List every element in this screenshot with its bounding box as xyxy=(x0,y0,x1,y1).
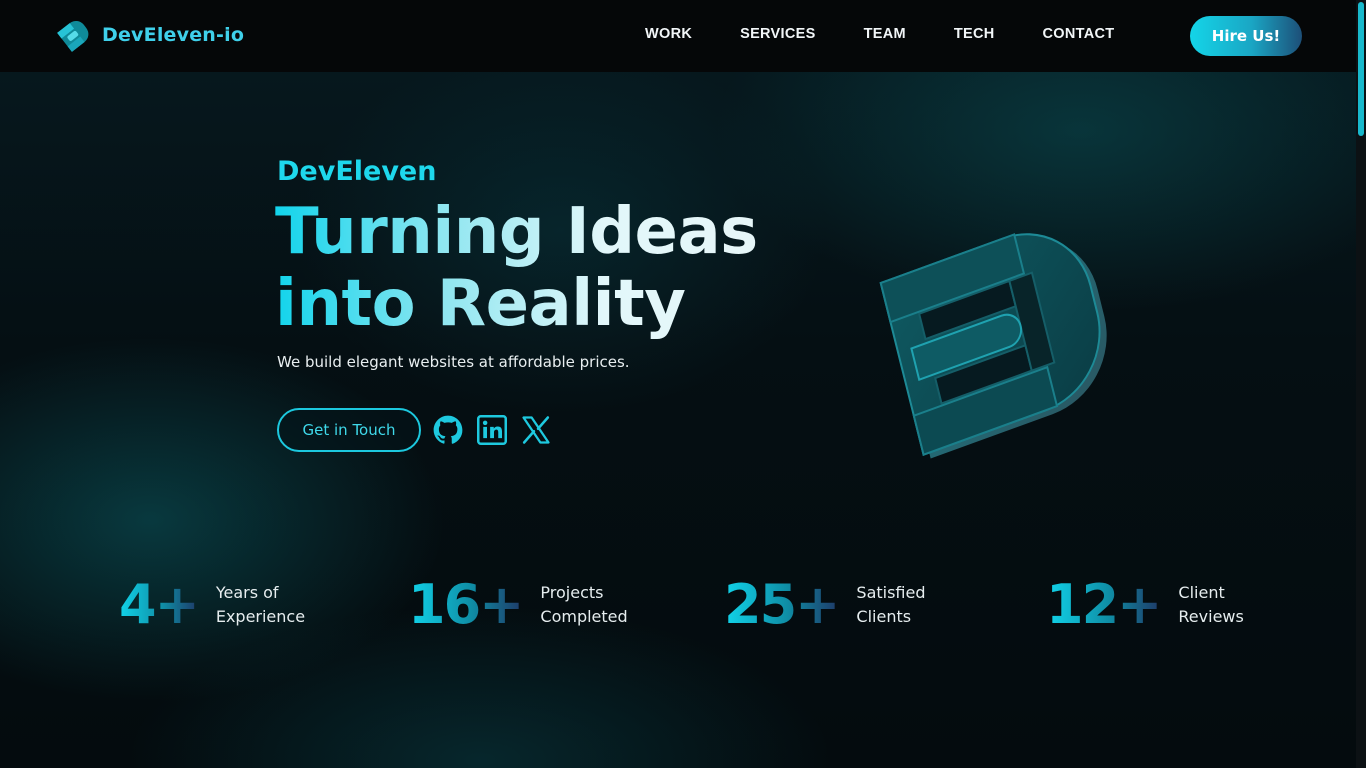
stat-label-line-1: Client xyxy=(1178,583,1225,602)
stat-label-line-2: Reviews xyxy=(1178,607,1244,626)
stat-projects-completed: 16+ Projects Completed xyxy=(408,576,628,634)
stat-label: Projects Completed xyxy=(540,581,627,629)
page-scrollbar[interactable] xyxy=(1356,0,1366,768)
stat-value: 16+ xyxy=(408,573,524,636)
nav-link-team[interactable]: TEAM xyxy=(864,26,906,42)
develeven-logo-icon xyxy=(57,21,89,52)
hero-subtitle: We build elegant websites at affordable … xyxy=(277,353,630,371)
scrollbar-thumb[interactable] xyxy=(1358,2,1364,136)
stat-label-line-2: Completed xyxy=(540,607,628,626)
develeven-3d-logo-icon xyxy=(879,233,1107,459)
stat-value: 12+ xyxy=(1046,573,1162,636)
hire-us-button[interactable]: Hire Us! xyxy=(1190,16,1302,56)
x-link[interactable] xyxy=(521,415,551,445)
nav-link-contact[interactable]: CONTACT xyxy=(1043,26,1115,42)
stat-label: Years of Experience xyxy=(216,581,305,629)
stat-label-line-2: Experience xyxy=(215,607,306,626)
nav-link-tech[interactable]: TECH xyxy=(954,26,995,42)
stat-label-line-1: Projects xyxy=(540,583,604,602)
headline-line-1: Turning Ideas xyxy=(275,195,758,269)
stat-value: 4+ xyxy=(119,573,200,636)
stat-label-line-2: Clients xyxy=(856,607,912,626)
stat-years-experience: 4+ Years of Experience xyxy=(119,576,305,634)
linkedin-link[interactable] xyxy=(477,415,507,445)
brand-home-link[interactable]: DevEleven-io xyxy=(54,17,244,53)
nav-links: WORK SERVICES TEAM TECH CONTACT xyxy=(645,26,1162,42)
x-icon xyxy=(522,416,550,444)
page-background: DevEleven-io WORK SERVICES TEAM TECH CON… xyxy=(0,0,1356,768)
get-in-touch-button[interactable]: Get in Touch xyxy=(277,408,421,452)
nav-link-work[interactable]: WORK xyxy=(645,26,692,42)
headline-line-2: into Reality xyxy=(275,267,686,341)
github-link[interactable] xyxy=(433,415,463,445)
social-links xyxy=(433,415,551,445)
navbar: DevEleven-io WORK SERVICES TEAM TECH CON… xyxy=(0,0,1356,72)
stat-label: Satisfied Clients xyxy=(856,581,925,629)
stat-label-line-1: Satisfied xyxy=(856,583,926,602)
stat-client-reviews: 12+ Client Reviews xyxy=(1046,576,1244,634)
stat-label-line-1: Years of xyxy=(215,583,279,602)
linkedin-icon xyxy=(477,415,507,445)
github-icon xyxy=(433,415,463,444)
hero-eyebrow: DevEleven xyxy=(277,156,437,187)
hero-headline: Turning Ideas into Reality xyxy=(275,196,875,340)
stat-value: 25+ xyxy=(724,573,840,636)
brand-name: DevEleven-io xyxy=(102,24,245,46)
stat-label: Client Reviews xyxy=(1178,581,1243,629)
nav-link-services[interactable]: SERVICES xyxy=(740,26,815,42)
stat-satisfied-clients: 25+ Satisfied Clients xyxy=(724,576,926,634)
